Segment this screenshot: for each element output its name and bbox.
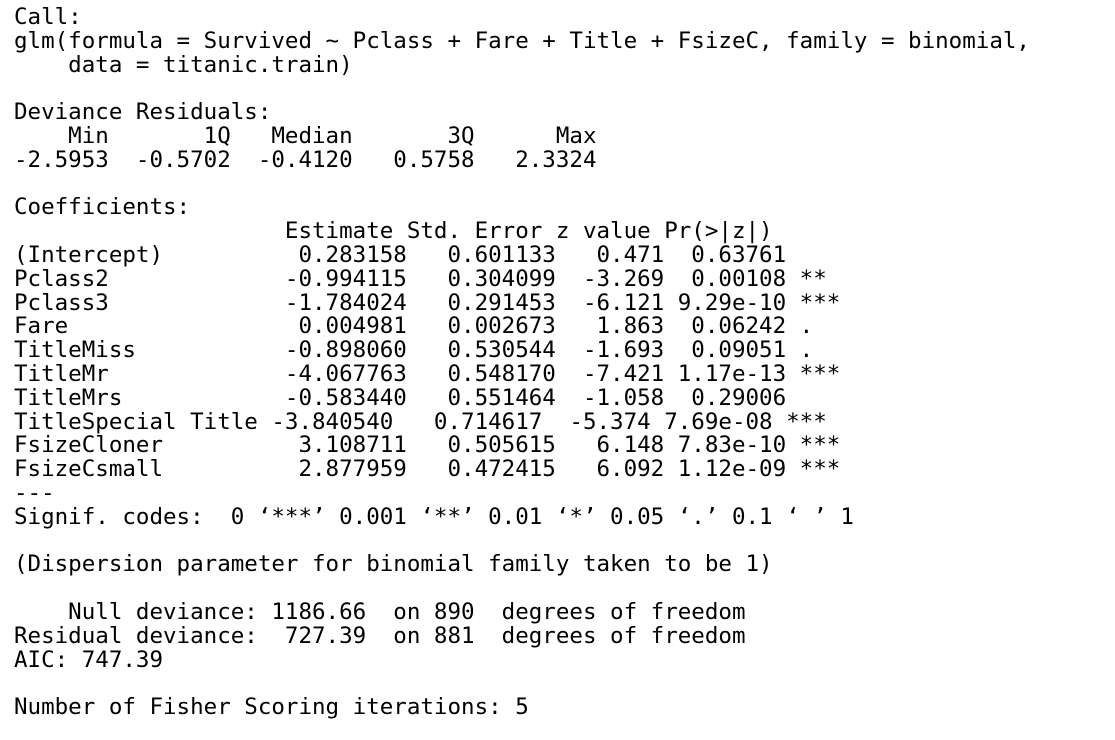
deviance-residuals-values-row: -2.5953 -0.5702 -0.4120 0.5758 2.3324 xyxy=(14,146,597,173)
coefficient-row-titlemr: TitleMr -4.067763 0.548170 -7.421 1.17e-… xyxy=(14,360,841,387)
fisher-iterations-line: Number of Fisher Scoring iterations: 5 xyxy=(14,694,529,721)
residual-deviance-line: Residual deviance: 727.39 on 881 degrees… xyxy=(14,622,746,649)
coefficient-row-pclass3: Pclass3 -1.784024 0.291453 -6.121 9.29e-… xyxy=(14,289,841,316)
null-deviance-line: Null deviance: 1186.66 on 890 degrees of… xyxy=(14,598,746,625)
call-formula-line: glm(formula = Survived ~ Pclass + Fare +… xyxy=(14,27,1030,54)
coefficient-row-fare: Fare 0.004981 0.002673 1.863 0.06242 . xyxy=(14,313,814,340)
coefficient-row-fsizecloner: FsizeCloner 3.108711 0.505615 6.148 7.83… xyxy=(14,432,841,459)
call-heading: Call: xyxy=(14,6,82,30)
separator-line: --- xyxy=(14,479,55,506)
coefficient-row-intercept: (Intercept) 0.283158 0.601133 0.471 0.63… xyxy=(14,241,787,268)
deviance-residuals-header-row: Min 1Q Median 3Q Max xyxy=(14,122,597,149)
dispersion-note: (Dispersion parameter for binomial famil… xyxy=(14,551,773,578)
r-console-output: Call: glm(formula = Survived ~ Pclass + … xyxy=(14,6,1109,734)
coefficient-row-pclass2: Pclass2 -0.994115 0.304099 -3.269 0.0010… xyxy=(14,265,827,292)
call-data-line: data = titanic.train) xyxy=(14,51,353,78)
coefficient-row-titlemrs: TitleMrs -0.583440 0.551464 -1.058 0.290… xyxy=(14,384,787,411)
coefficient-row-titlespecial: TitleSpecial Title -3.840540 0.714617 -5… xyxy=(14,408,827,435)
coefficient-row-fsizecsmall: FsizeCsmall 2.877959 0.472415 6.092 1.12… xyxy=(14,456,841,483)
coefficient-row-titlemiss: TitleMiss -0.898060 0.530544 -1.693 0.09… xyxy=(14,337,814,364)
aic-line: AIC: 747.39 xyxy=(14,646,164,673)
coefficients-header-row: Estimate Std. Error z value Pr(>|z|) xyxy=(14,218,773,245)
deviance-residuals-heading: Deviance Residuals: xyxy=(14,99,272,126)
coefficients-heading: Coefficients: xyxy=(14,194,191,221)
signif-codes-line: Signif. codes: 0 ‘***’ 0.001 ‘**’ 0.01 ‘… xyxy=(14,503,854,530)
